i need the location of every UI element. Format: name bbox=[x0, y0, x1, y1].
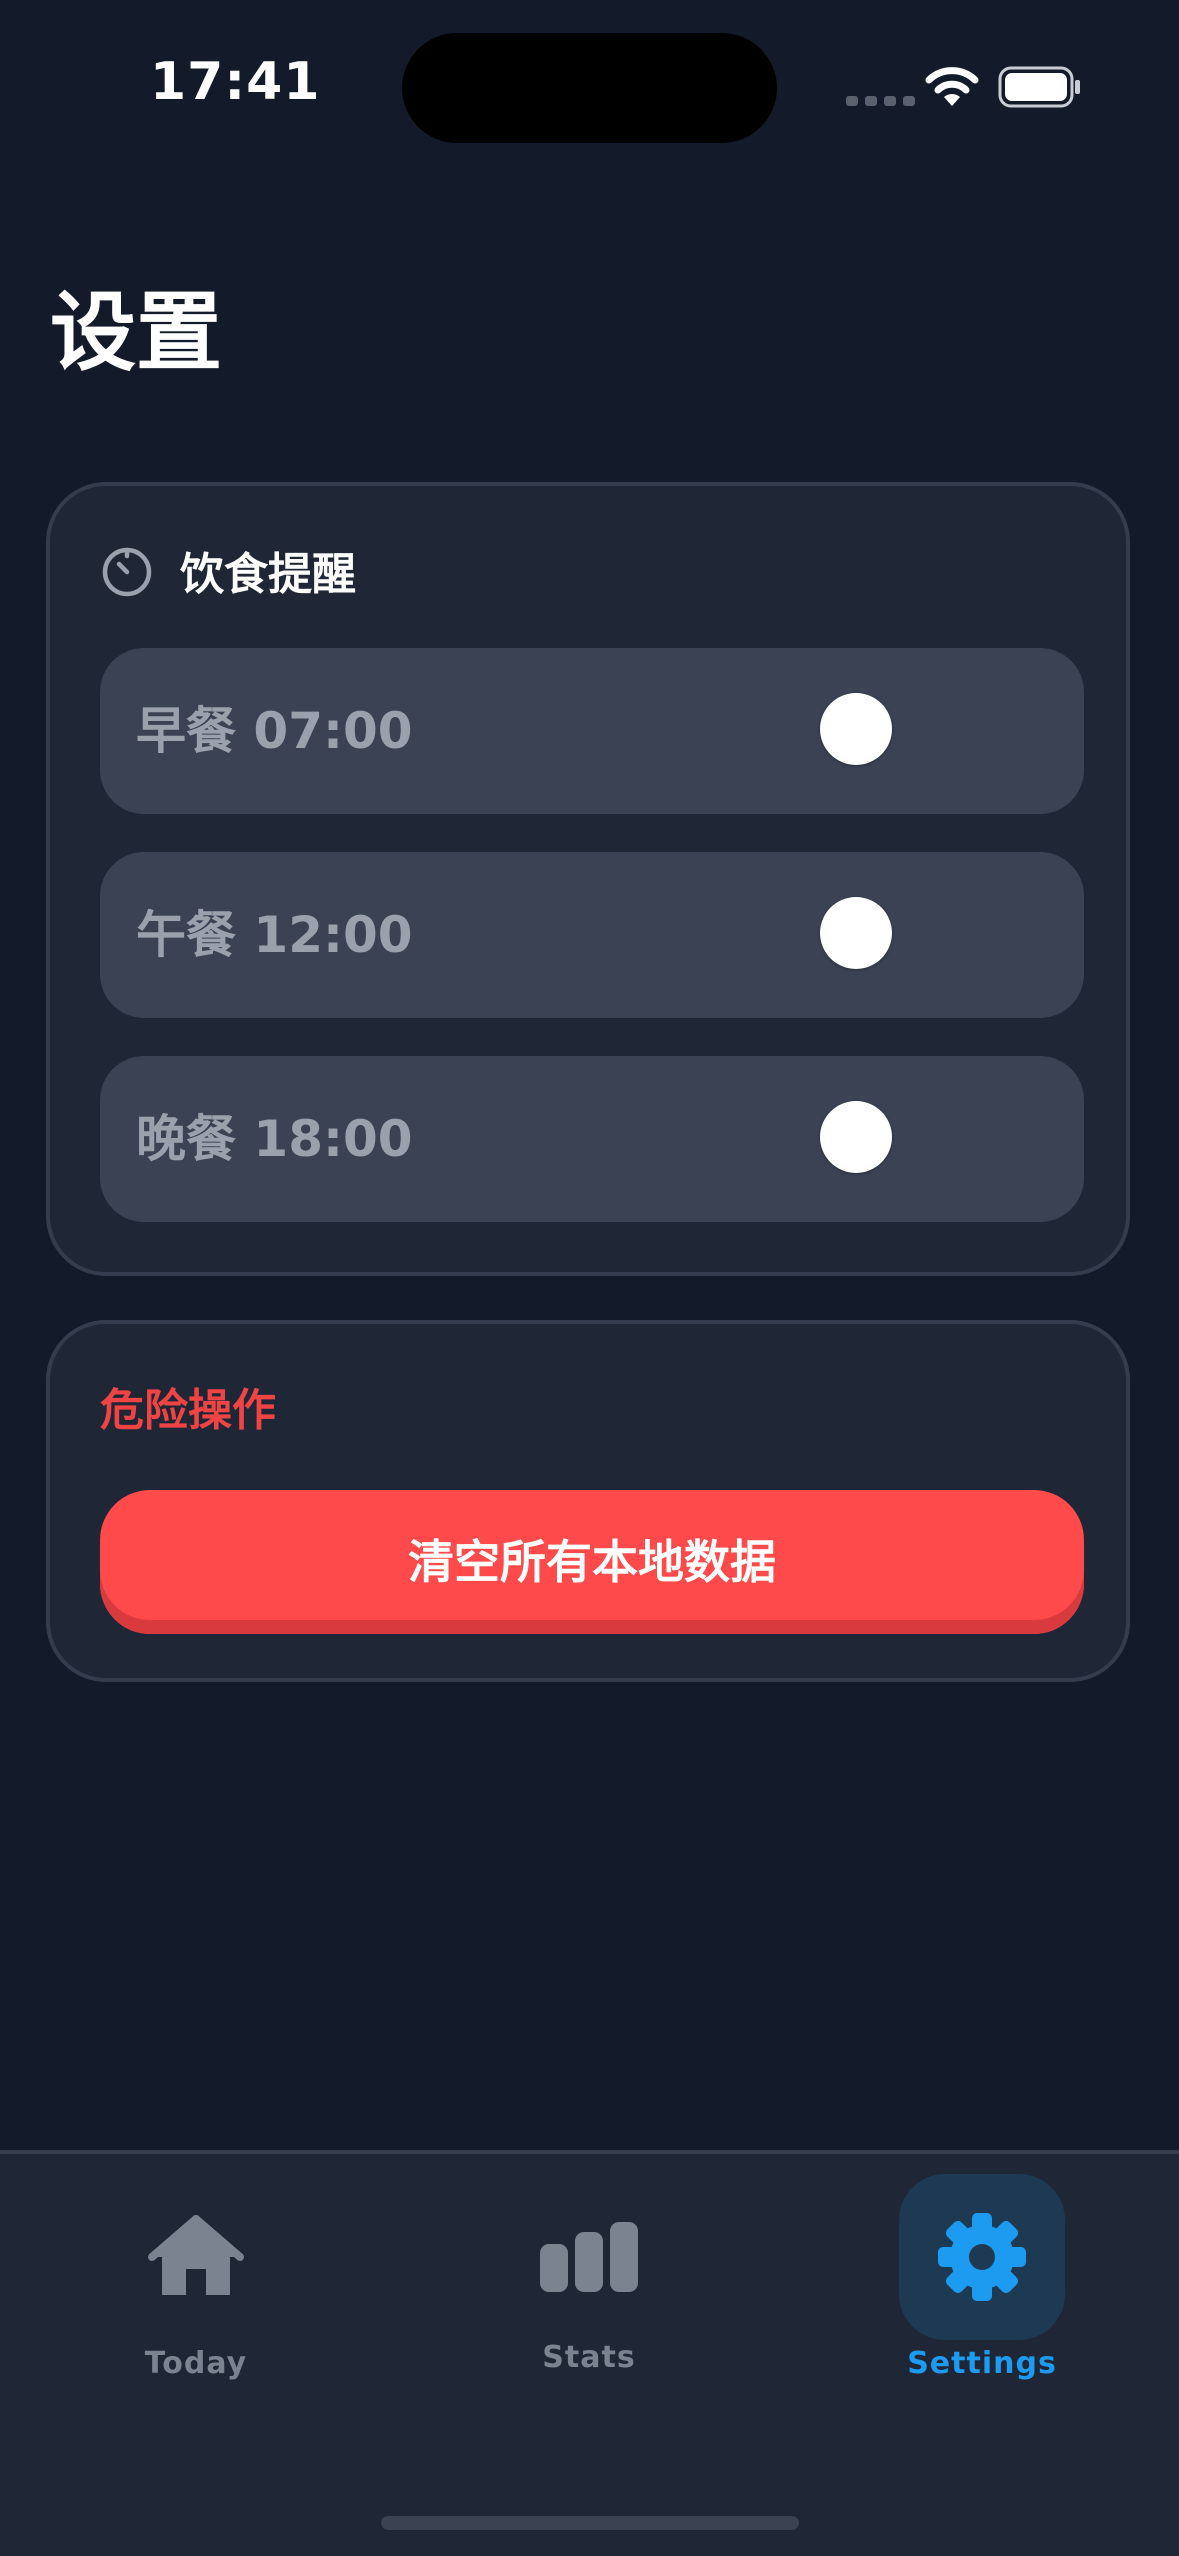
meal-reminder-card: 饮食提醒 早餐 07:00 午餐 12:00 晚餐 18:00 bbox=[46, 482, 1130, 1276]
status-time: 17:41 bbox=[150, 52, 321, 112]
tab-settings-icon-wrap bbox=[899, 2174, 1065, 2340]
lunch-reminder-toggle[interactable] bbox=[820, 895, 990, 975]
tab-today-label: Today bbox=[144, 2346, 248, 2381]
cellular-signal-icon bbox=[846, 96, 915, 106]
reminder-label-lunch: 午餐 12:00 bbox=[136, 906, 413, 964]
tab-bar: Today Stats Settings bbox=[0, 2150, 1179, 2556]
dynamic-island bbox=[402, 33, 777, 143]
tab-today-icon-wrap bbox=[113, 2174, 279, 2340]
breakfast-reminder-toggle[interactable] bbox=[820, 691, 990, 771]
clear-local-data-button[interactable]: 清空所有本地数据 bbox=[100, 1490, 1084, 1634]
tab-settings-label: Settings bbox=[907, 2346, 1057, 2381]
battery-icon bbox=[998, 66, 1080, 108]
home-icon bbox=[148, 2215, 244, 2295]
tab-settings[interactable]: Settings bbox=[862, 2174, 1102, 2394]
toggle-knob bbox=[820, 693, 892, 765]
tab-stats-icon-wrap bbox=[506, 2174, 672, 2340]
gear-icon bbox=[938, 2213, 1026, 2301]
reminder-row-dinner: 晚餐 18:00 bbox=[100, 1056, 1084, 1222]
tab-stats[interactable]: Stats bbox=[469, 2174, 709, 2394]
timer-icon bbox=[102, 547, 152, 597]
meal-reminder-title: 饮食提醒 bbox=[180, 549, 356, 600]
toggle-knob bbox=[820, 1101, 892, 1173]
reminder-label-dinner: 晚餐 18:00 bbox=[136, 1110, 413, 1168]
reminder-label-breakfast: 早餐 07:00 bbox=[136, 702, 413, 760]
meal-reminder-header: 饮食提醒 bbox=[100, 538, 356, 602]
danger-zone-card: 危险操作 清空所有本地数据 bbox=[46, 1320, 1130, 1682]
tab-today[interactable]: Today bbox=[76, 2174, 316, 2394]
home-indicator bbox=[381, 2516, 799, 2530]
bar-chart-icon bbox=[540, 2222, 638, 2292]
wifi-icon bbox=[925, 67, 979, 106]
tab-stats-label: Stats bbox=[542, 2340, 636, 2375]
settings-screen: 17:41 设置 饮食提醒 早餐 07:00 午餐 12:00 晚餐 18:00… bbox=[0, 0, 1179, 2556]
danger-zone-title: 危险操作 bbox=[100, 1385, 276, 1436]
toggle-knob bbox=[820, 897, 892, 969]
dinner-reminder-toggle[interactable] bbox=[820, 1099, 990, 1179]
page-title: 设置 bbox=[50, 283, 222, 383]
reminder-row-lunch: 午餐 12:00 bbox=[100, 852, 1084, 1018]
reminder-row-breakfast: 早餐 07:00 bbox=[100, 648, 1084, 814]
